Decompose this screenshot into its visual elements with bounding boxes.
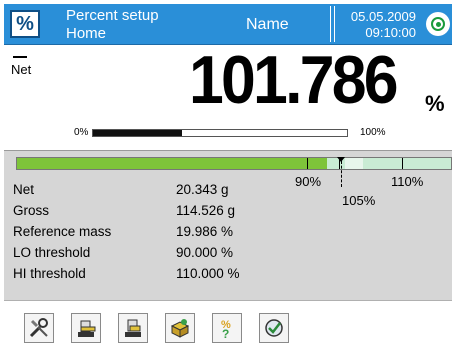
info-value-gross: 114.526 g	[176, 203, 236, 218]
progress-max-label: 100%	[360, 127, 386, 138]
weighing-range-fill	[93, 130, 182, 136]
gauge-check-icon[interactable]	[259, 313, 289, 343]
package-icon[interactable]	[165, 313, 195, 343]
hi-threshold-marker	[402, 158, 403, 169]
user-name: Name	[246, 16, 289, 33]
time-text: 09:10:00	[365, 25, 416, 40]
percent-mode-icon[interactable]: %	[10, 10, 40, 38]
info-panel: 90% 110% 105% Net 20.343 g Gross 114.526…	[4, 150, 452, 301]
datetime-box: 05.05.2009 09:10:00	[330, 6, 422, 42]
target-zone	[345, 158, 363, 169]
top-bar: % Percent setup Home Name 05.05.2009 09:…	[4, 4, 452, 45]
scale-tare-icon[interactable]	[71, 313, 101, 343]
info-label-reference-mass: Reference mass	[13, 224, 112, 239]
info-label-net: Net	[13, 182, 35, 197]
date-text: 05.05.2009	[350, 9, 416, 24]
working-mode-title: Percent setup	[66, 7, 159, 24]
quick-access-toolbar: % ?	[4, 300, 452, 345]
info-label-hi-threshold: HI threshold	[13, 266, 86, 281]
level-indicator-icon[interactable]	[426, 12, 450, 36]
lo-threshold-label: 90%	[295, 174, 322, 189]
weighing-result-window: Net 101.786 % 0% 100%	[4, 42, 452, 149]
tools-icon[interactable]	[24, 313, 54, 343]
threshold-green-zone	[17, 158, 327, 169]
weighing-range-bar	[92, 129, 348, 137]
hi-threshold-label: 110%	[391, 174, 424, 189]
info-value-lo-threshold: 90.000 %	[176, 245, 234, 260]
svg-text:?: ?	[222, 327, 229, 339]
profile-name: Home	[66, 25, 107, 42]
net-symbol-icon	[13, 54, 27, 58]
info-value-net: 20.343 g	[176, 182, 229, 197]
result-unit[interactable]: %	[425, 91, 445, 117]
info-value-reference-mass: 19.986 %	[176, 224, 234, 239]
net-label: Net	[11, 62, 32, 77]
target-line	[341, 161, 343, 187]
terminal-screen: % Percent setup Home Name 05.05.2009 09:…	[4, 4, 452, 345]
threshold-bargraph	[16, 157, 452, 170]
target-label: 105%	[342, 193, 376, 208]
percent-query-icon[interactable]: % ?	[212, 313, 242, 343]
lo-threshold-marker	[307, 158, 308, 169]
info-value-hi-threshold: 110.000 %	[176, 266, 240, 281]
scale-reference-icon[interactable]	[118, 313, 148, 343]
info-label-lo-threshold: LO threshold	[13, 245, 91, 260]
result-value: 101.786	[189, 42, 399, 118]
progress-min-label: 0%	[74, 127, 89, 138]
info-label-gross: Gross	[13, 203, 50, 218]
